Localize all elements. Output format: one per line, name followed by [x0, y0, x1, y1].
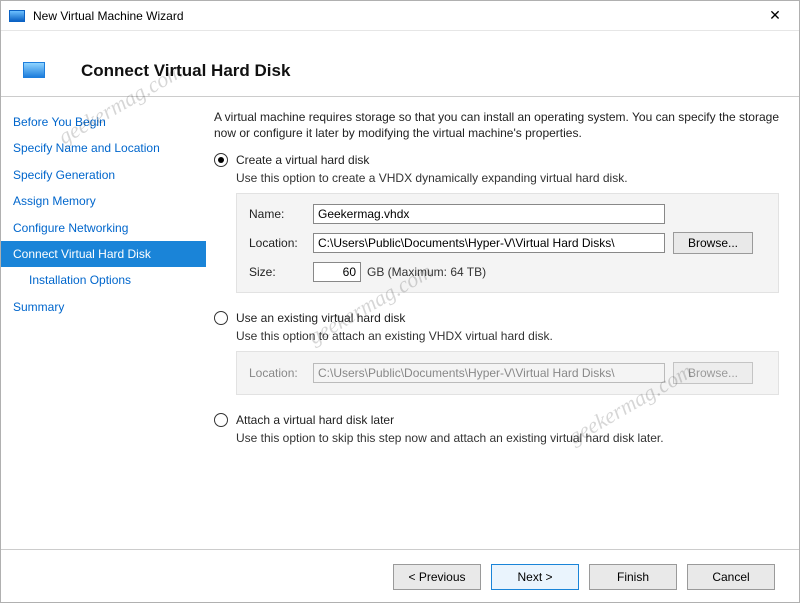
app-icon — [9, 10, 25, 22]
option-create-label: Create a virtual hard disk — [236, 153, 369, 167]
cancel-button[interactable]: Cancel — [687, 564, 775, 590]
browse-button[interactable]: Browse... — [673, 232, 753, 254]
existing-location-input — [313, 363, 665, 383]
wizard-content: A virtual machine requires storage so th… — [206, 97, 799, 549]
location-label: Location: — [249, 236, 313, 250]
size-label: Size: — [249, 265, 313, 279]
wizard-step[interactable]: Installation Options — [1, 267, 206, 293]
radio-icon — [214, 153, 228, 167]
option-existing-vhd[interactable]: Use an existing virtual hard disk — [214, 311, 779, 325]
option-create-desc: Use this option to create a VHDX dynamic… — [236, 171, 779, 185]
option-attach-later[interactable]: Attach a virtual hard disk later — [214, 413, 779, 427]
radio-icon — [214, 311, 228, 325]
wizard-step[interactable]: Before You Begin — [1, 109, 206, 135]
wizard-step[interactable]: Specify Generation — [1, 162, 206, 188]
wizard-icon — [23, 62, 45, 78]
intro-text: A virtual machine requires storage so th… — [214, 109, 779, 141]
previous-button[interactable]: < Previous — [393, 564, 481, 590]
finish-button[interactable]: Finish — [589, 564, 677, 590]
titlebar: New Virtual Machine Wizard ✕ — [1, 1, 799, 31]
vhd-size-input[interactable] — [313, 262, 361, 282]
vhd-name-input[interactable] — [313, 204, 665, 224]
next-button[interactable]: Next > — [491, 564, 579, 590]
wizard-step[interactable]: Summary — [1, 294, 206, 320]
name-label: Name: — [249, 207, 313, 221]
wizard-step[interactable]: Specify Name and Location — [1, 135, 206, 161]
window-title: New Virtual Machine Wizard — [33, 9, 755, 23]
vhd-location-input[interactable] — [313, 233, 665, 253]
option-create-vhd[interactable]: Create a virtual hard disk — [214, 153, 779, 167]
size-suffix: GB (Maximum: 64 TB) — [367, 265, 486, 279]
wizard-steps-sidebar: Before You BeginSpecify Name and Locatio… — [1, 97, 206, 549]
radio-icon — [214, 413, 228, 427]
browse-button-disabled: Browse... — [673, 362, 753, 384]
wizard-header: Connect Virtual Hard Disk — [1, 31, 799, 97]
existing-location-label: Location: — [249, 366, 313, 380]
wizard-step[interactable]: Configure Networking — [1, 215, 206, 241]
close-icon[interactable]: ✕ — [755, 7, 795, 24]
option-existing-desc: Use this option to attach an existing VH… — [236, 329, 779, 343]
wizard-footer: < Previous Next > Finish Cancel — [1, 549, 799, 603]
page-title: Connect Virtual Hard Disk — [81, 61, 290, 81]
option-later-label: Attach a virtual hard disk later — [236, 413, 394, 427]
create-vhd-fields: Name: Location: Browse... Size: GB (Maxi… — [236, 193, 779, 293]
wizard-step[interactable]: Connect Virtual Hard Disk — [1, 241, 206, 267]
option-existing-label: Use an existing virtual hard disk — [236, 311, 405, 325]
option-later-desc: Use this option to skip this step now an… — [236, 431, 779, 445]
existing-vhd-fields: Location: Browse... — [236, 351, 779, 395]
wizard-step[interactable]: Assign Memory — [1, 188, 206, 214]
